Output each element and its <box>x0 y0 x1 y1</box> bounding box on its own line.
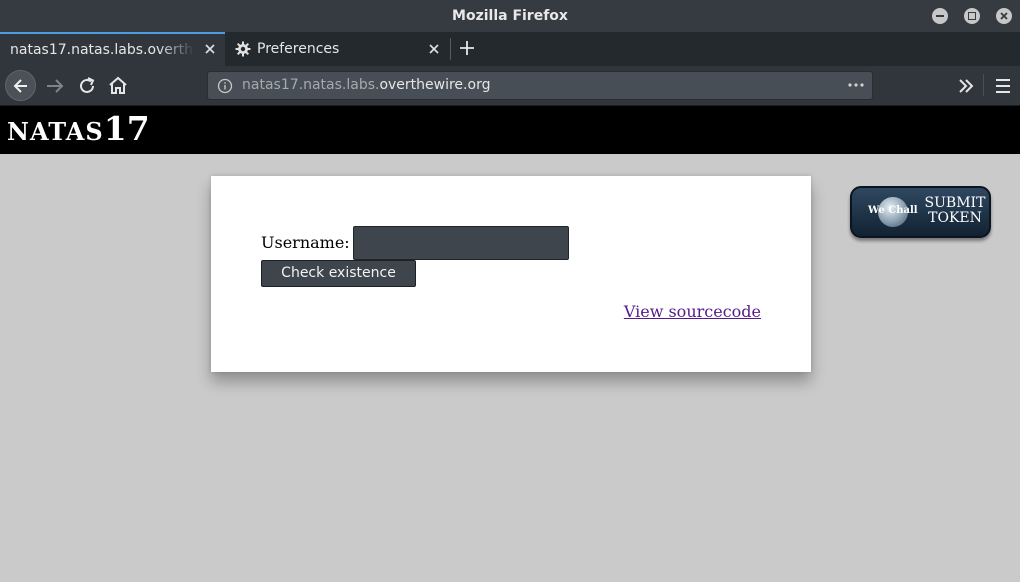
url-bar[interactable]: natas17.natas.labs.overthewire.org <box>207 71 873 100</box>
natas-header: NATAS17 <box>0 106 1020 154</box>
forward-arrow-icon[interactable] <box>41 72 69 100</box>
wechall-submit-token-button[interactable]: We Chall SUBMIT TOKEN <box>850 186 991 238</box>
back-arrow-icon <box>13 79 27 93</box>
maximize-button[interactable] <box>964 8 980 24</box>
url-text[interactable]: natas17.natas.labs.overthewire.org <box>242 72 490 99</box>
minimize-button[interactable] <box>932 8 948 24</box>
page-content: NATAS17 Username: Check existence View s… <box>0 106 1020 582</box>
toolbar-divider <box>983 74 984 96</box>
window-title: Mozilla Firefox <box>452 8 568 24</box>
close-icon <box>1000 12 1008 20</box>
submit-token-label: SUBMIT TOKEN <box>922 196 988 226</box>
new-tab-icon[interactable] <box>458 39 476 57</box>
gear-icon <box>235 41 251 57</box>
url-subdomain: natas17.natas.labs. <box>242 77 380 93</box>
page-actions-icon[interactable] <box>846 77 866 93</box>
tab-close-icon[interactable] <box>427 42 441 56</box>
home-icon[interactable] <box>104 72 132 100</box>
window-titlebar: Mozilla Firefox <box>0 0 1020 32</box>
hamburger-menu-icon[interactable] <box>990 72 1018 100</box>
url-domain: overthewire.org <box>379 77 491 93</box>
tab-label: natas17.natas.labs.overthewire.org <box>10 42 195 58</box>
back-button[interactable] <box>5 70 36 101</box>
page-title: NATAS17 <box>7 111 150 150</box>
tab-label: Preferences <box>257 41 340 57</box>
check-existence-button[interactable]: Check existence <box>261 260 416 287</box>
tab-preferences[interactable]: Preferences <box>225 32 449 66</box>
token-text: TOKEN <box>928 210 982 226</box>
page-title-prefix: NATAS <box>7 117 104 146</box>
content-box: Username: Check existence View sourcecod… <box>211 176 811 372</box>
info-icon[interactable] <box>217 78 233 94</box>
tab-divider <box>450 38 451 60</box>
navigation-toolbar: natas17.natas.labs.overthewire.org <box>0 66 1020 106</box>
wechall-logo-text: We Chall <box>868 205 918 216</box>
tab-close-icon[interactable] <box>203 42 217 56</box>
submit-text: SUBMIT <box>924 195 986 211</box>
reload-icon[interactable] <box>73 72 101 100</box>
view-sourcecode-link[interactable]: View sourcecode <box>624 302 761 321</box>
username-label: Username: <box>261 233 350 252</box>
tab-strip: natas17.natas.labs.overthewire.org Prefe… <box>0 32 1020 66</box>
page-title-number: 17 <box>103 109 150 148</box>
close-window-button[interactable] <box>996 8 1012 24</box>
tab-natas17[interactable]: natas17.natas.labs.overthewire.org <box>0 32 225 66</box>
chevron-double-right-icon[interactable] <box>952 72 980 100</box>
username-input[interactable] <box>353 226 569 260</box>
